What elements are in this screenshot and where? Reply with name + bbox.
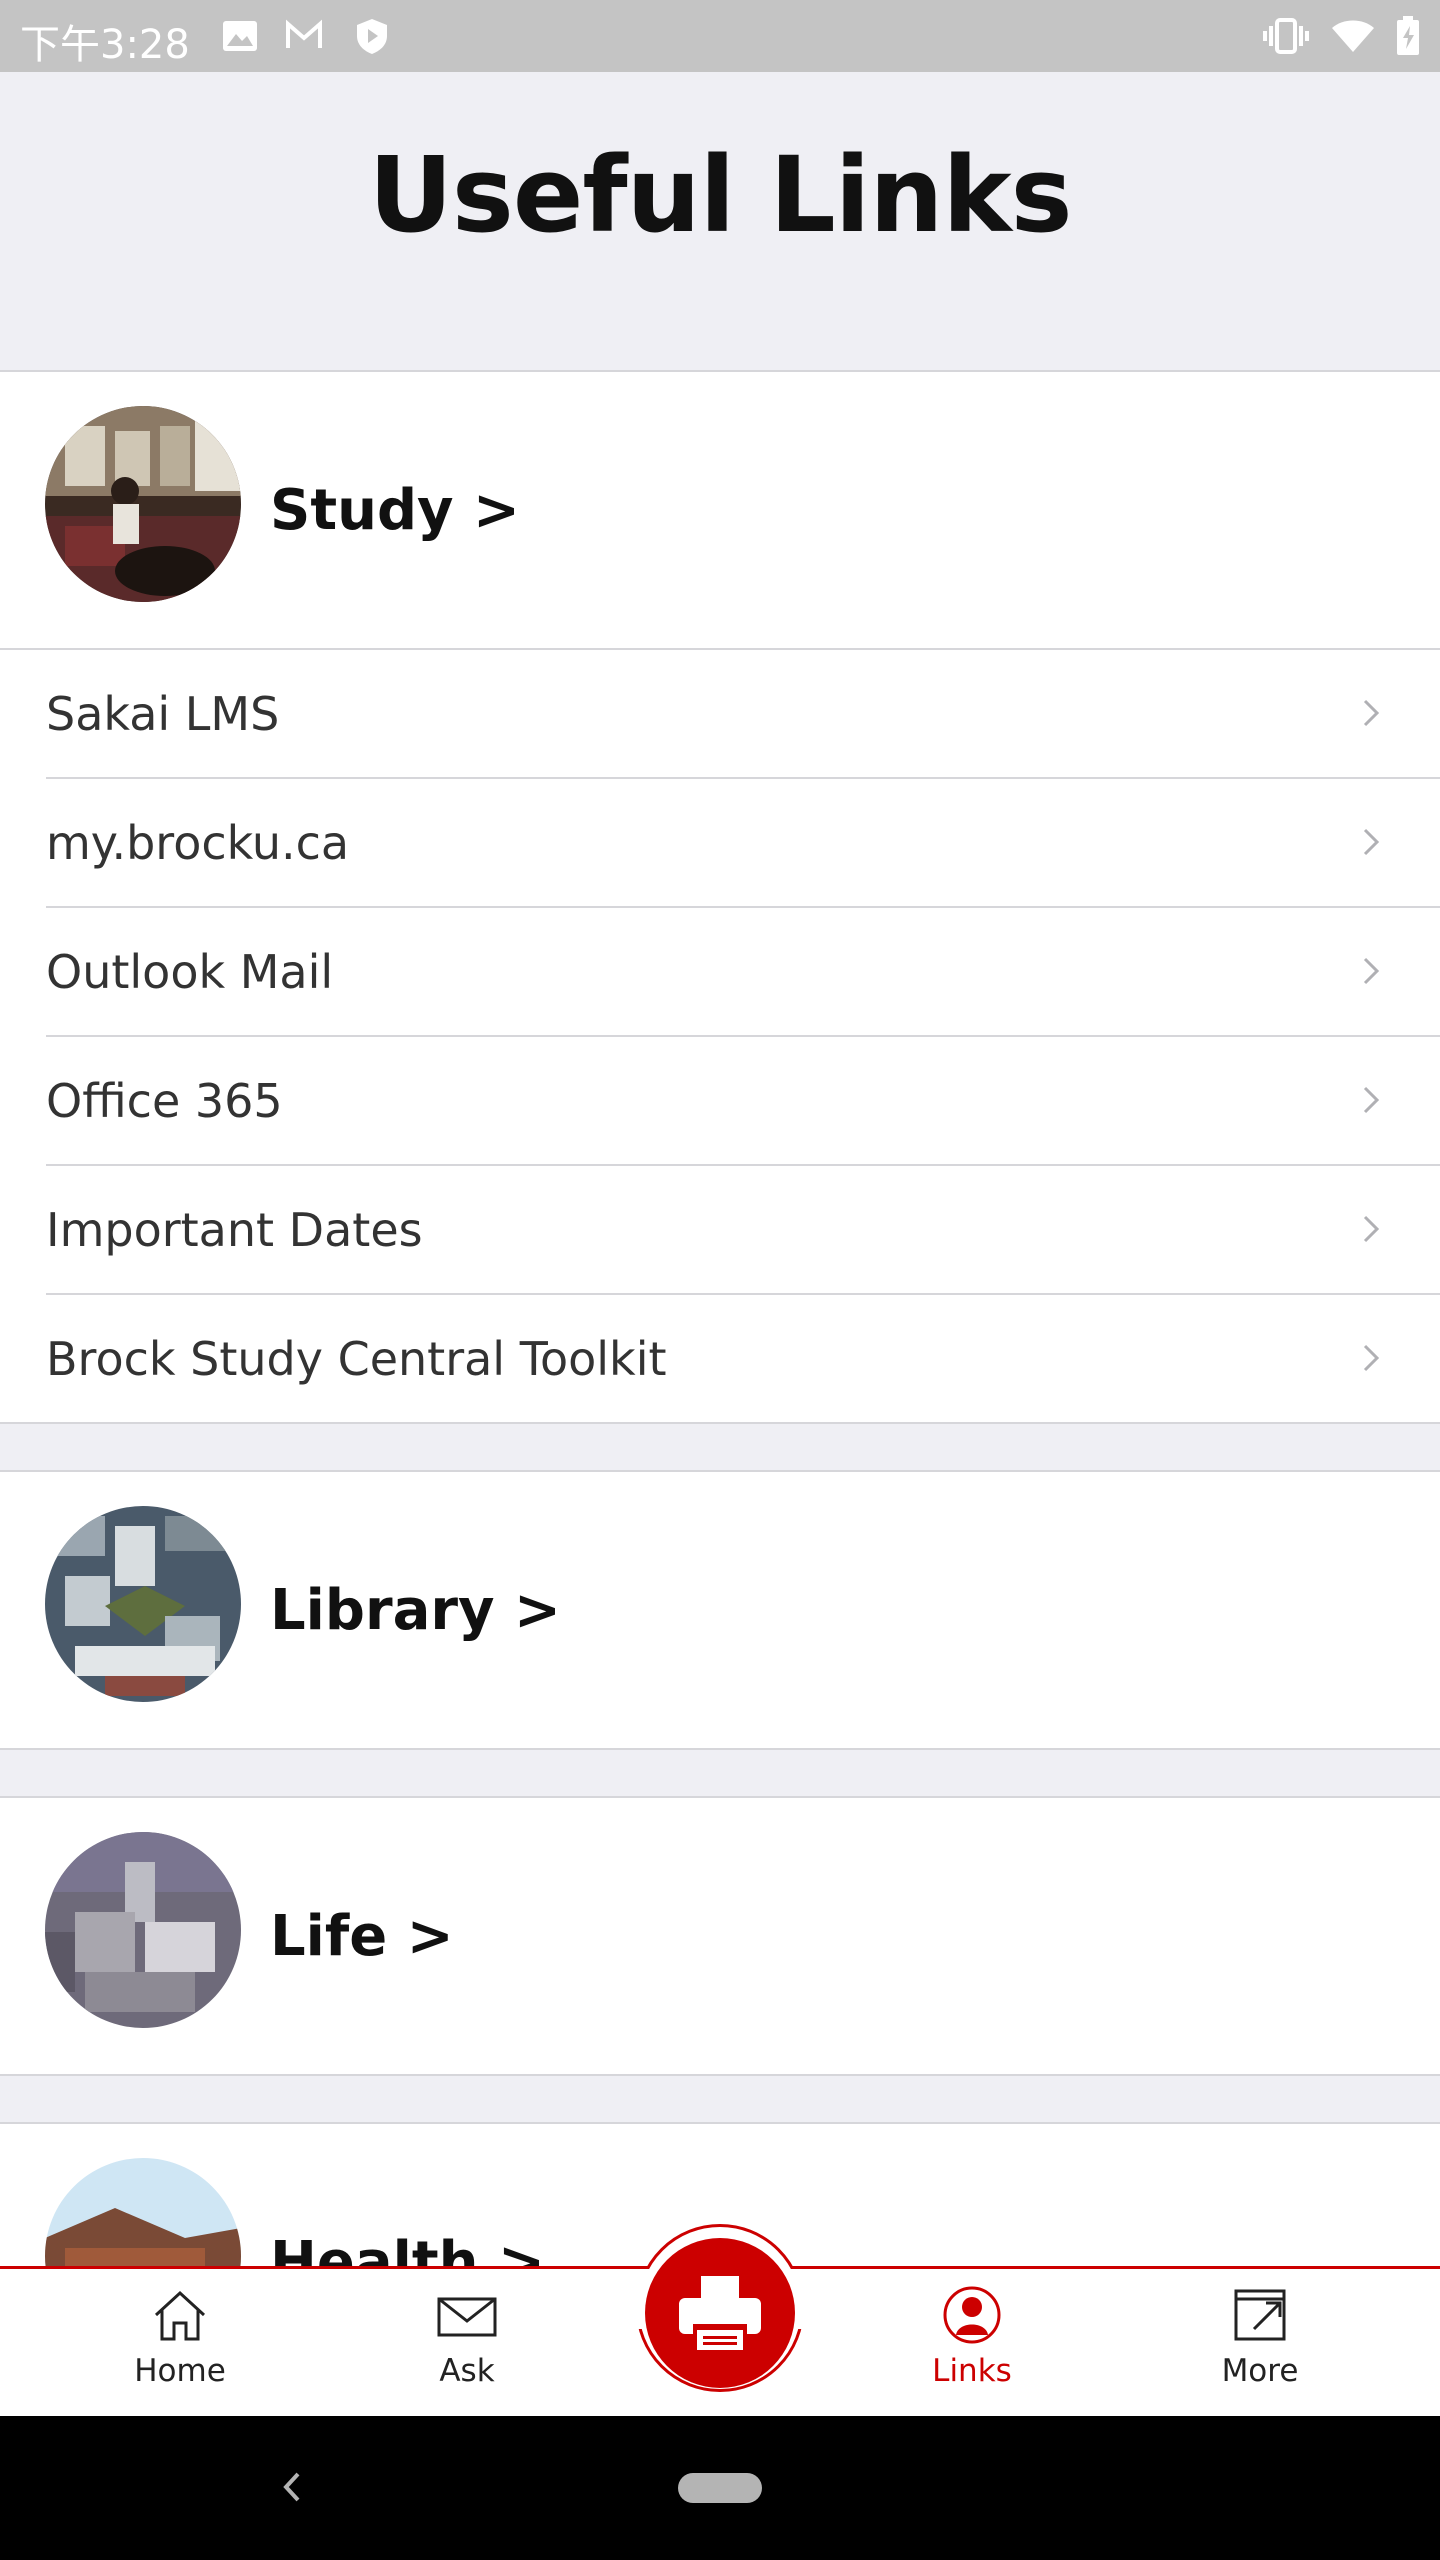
- chevron-right-icon: [1363, 699, 1380, 727]
- tab-label: Ask: [439, 2353, 495, 2389]
- links-list[interactable]: Study > Sakai LMS my.brocku.ca Outlook M…: [0, 372, 1440, 2268]
- chevron-right-icon: [1363, 1215, 1380, 1243]
- system-nav-bar: [0, 2416, 1440, 2560]
- battery-icon: [1397, 16, 1419, 55]
- link-label: Important Dates: [46, 1203, 423, 1257]
- section-gap: [0, 1424, 1440, 1472]
- tab-links[interactable]: Links: [872, 2269, 1072, 2419]
- section-title: Life >: [270, 1904, 454, 1969]
- wifi-icon: [1332, 20, 1374, 52]
- status-time: 下午3:28: [20, 22, 190, 68]
- mail-icon: [437, 2297, 497, 2337]
- shield-icon: [357, 19, 387, 54]
- link-my-brocku[interactable]: my.brocku.ca: [0, 779, 1440, 908]
- tab-home[interactable]: Home: [80, 2269, 280, 2419]
- printer-icon: [679, 2276, 761, 2350]
- section-gap: [0, 1750, 1440, 1798]
- chevron-right-icon: [1363, 1344, 1380, 1372]
- home-icon: [154, 2290, 206, 2341]
- tab-label: Home: [134, 2353, 226, 2389]
- page-header: Useful Links: [0, 72, 1440, 372]
- chevron-right-icon: [1363, 957, 1380, 985]
- life-thumbnail: [45, 1832, 241, 2028]
- section-title: Library >: [270, 1578, 561, 1643]
- back-icon[interactable]: [272, 2462, 312, 2512]
- tab-ask[interactable]: Ask: [367, 2269, 567, 2419]
- tab-label: More: [1221, 2353, 1299, 2389]
- chevron-right-icon: [1363, 1086, 1380, 1114]
- person-icon: [943, 2286, 1001, 2344]
- external-link-icon: [1234, 2289, 1286, 2341]
- link-label: Office 365: [46, 1074, 283, 1128]
- health-thumbnail: [45, 2158, 241, 2268]
- gmail-icon: [286, 19, 322, 48]
- page-title: Useful Links: [368, 134, 1072, 256]
- link-study-central-toolkit[interactable]: Brock Study Central Toolkit: [0, 1295, 1440, 1424]
- study-thumbnail: [45, 406, 241, 602]
- vibrate-icon: [1263, 18, 1309, 54]
- link-label: my.brocku.ca: [46, 816, 350, 870]
- link-label: Brock Study Central Toolkit: [46, 1332, 667, 1386]
- home-pill[interactable]: [678, 2473, 762, 2503]
- image-icon: [223, 21, 257, 51]
- tab-more[interactable]: More: [1160, 2269, 1360, 2419]
- link-label: Outlook Mail: [46, 945, 334, 999]
- section-library[interactable]: Library >: [0, 1472, 1440, 1750]
- link-label: Sakai LMS: [46, 687, 280, 741]
- section-study[interactable]: Study >: [0, 372, 1440, 650]
- library-thumbnail: [45, 1506, 241, 1702]
- chevron-right-icon: [1363, 828, 1380, 856]
- section-title: Study >: [270, 478, 520, 543]
- tab-label: Links: [932, 2353, 1012, 2389]
- status-bar: 下午3:28: [0, 0, 1440, 72]
- print-button[interactable]: [645, 2238, 795, 2388]
- link-office-365[interactable]: Office 365: [0, 1037, 1440, 1166]
- link-sakai-lms[interactable]: Sakai LMS: [0, 650, 1440, 779]
- section-title: Health >: [270, 2230, 545, 2268]
- link-outlook-mail[interactable]: Outlook Mail: [0, 908, 1440, 1037]
- section-gap: [0, 2076, 1440, 2124]
- link-important-dates[interactable]: Important Dates: [0, 1166, 1440, 1295]
- section-life[interactable]: Life >: [0, 1798, 1440, 2076]
